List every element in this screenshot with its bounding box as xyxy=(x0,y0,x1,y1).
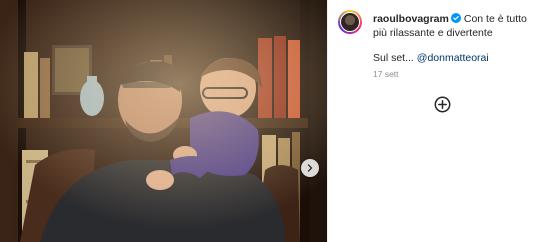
chevron-right-icon xyxy=(307,164,313,172)
photo-scene xyxy=(0,0,327,242)
post-sidebar: raoulbovagram Con te è tutto più rilassan… xyxy=(327,0,550,242)
next-photo-button[interactable] xyxy=(301,159,319,177)
post-timestamp: 17 sett xyxy=(373,69,399,79)
caption-second-line: Sul set... @donmatteorai xyxy=(373,52,489,64)
instagram-post: raoulbovagram Con te è tutto più rilassan… xyxy=(0,0,550,242)
post-caption: raoulbovagram Con te è tutto più rilassan… xyxy=(373,13,533,40)
avatar[interactable] xyxy=(338,10,362,34)
mention-link[interactable]: @donmatteorai xyxy=(417,52,489,64)
caption-second-prefix: Sul set... xyxy=(373,52,414,64)
add-circle-icon[interactable] xyxy=(434,96,451,113)
verified-badge-icon xyxy=(450,13,461,23)
avatar-image xyxy=(340,12,360,32)
post-photo[interactable] xyxy=(0,0,327,242)
username-link[interactable]: raoulbovagram xyxy=(373,13,449,25)
